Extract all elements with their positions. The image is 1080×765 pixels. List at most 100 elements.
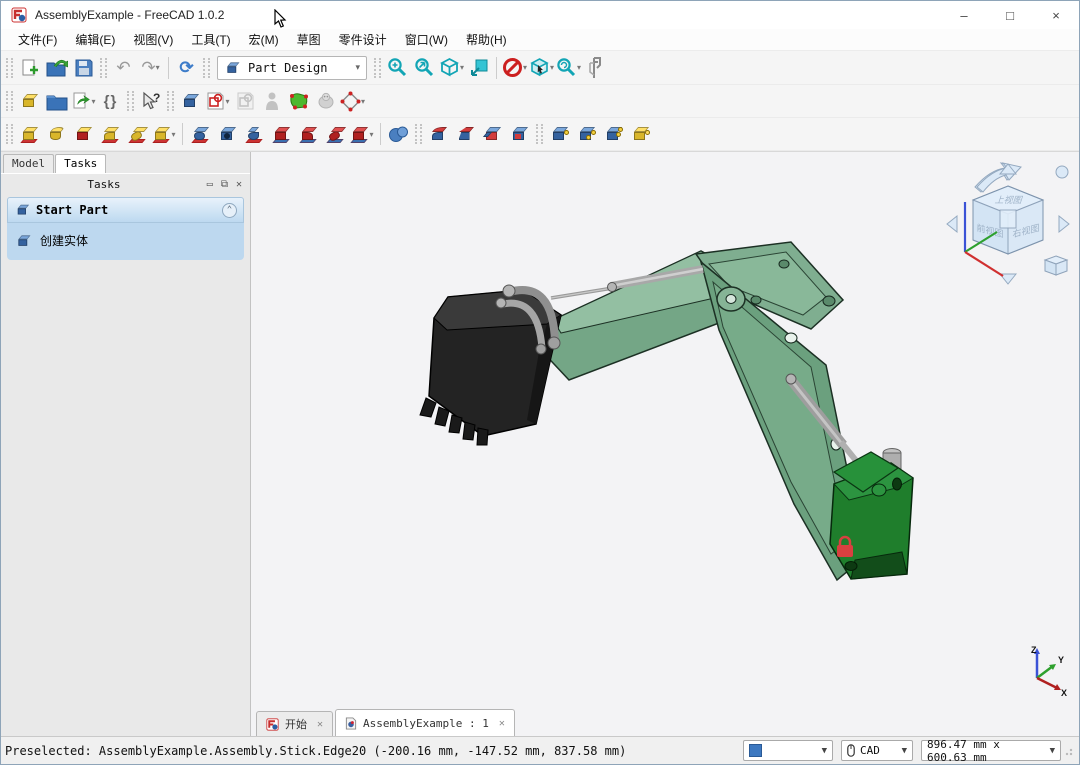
chevron-down-icon: ▾	[361, 97, 365, 106]
menu-macro[interactable]: 宏(M)	[240, 29, 288, 50]
pad-button[interactable]	[16, 121, 43, 148]
status-bar: Preselected: AssemblyExample.Assembly.St…	[1, 736, 1079, 764]
create-solid-item[interactable]: 创建实体	[13, 229, 238, 252]
refresh-button[interactable]: ⟳	[173, 54, 200, 81]
mouse-cursor	[273, 9, 287, 29]
dock-overlay-button[interactable]	[465, 54, 492, 81]
close-button[interactable]: ×	[1033, 1, 1079, 29]
toolbar-handle[interactable]	[6, 58, 13, 78]
menu-view[interactable]: 视图(V)	[124, 29, 182, 50]
expression-button[interactable]: {}	[97, 88, 124, 115]
pocket-button[interactable]	[187, 121, 214, 148]
create-part-button[interactable]	[16, 88, 43, 115]
thickness-button[interactable]	[506, 121, 533, 148]
tab-assembly-example[interactable]: AssemblyExample : 1 ✕	[335, 709, 515, 736]
rotate-right-arrow	[977, 163, 1021, 192]
validate-sketch-button[interactable]: ▾	[339, 88, 366, 115]
additive-pipe-button[interactable]	[97, 121, 124, 148]
navigation-style-dropdown[interactable]: CAD ▼	[841, 740, 913, 761]
maximize-button[interactable]: □	[987, 1, 1033, 29]
close-icon[interactable]: ✕	[317, 719, 323, 730]
tab-start-page[interactable]: 开始 ✕	[256, 711, 333, 736]
linear-pattern-button[interactable]	[573, 121, 600, 148]
menu-sketch[interactable]: 草图	[288, 29, 330, 50]
panel-float-icon[interactable]: ⧉	[221, 179, 228, 190]
make-link-button[interactable]: ▾	[70, 88, 97, 115]
subtractive-loft-button[interactable]	[268, 121, 295, 148]
undo-button[interactable]: ↶	[110, 54, 137, 81]
groove-button[interactable]	[241, 121, 268, 148]
close-icon[interactable]: ✕	[499, 718, 505, 729]
menu-edit[interactable]: 编辑(E)	[66, 29, 124, 50]
fit-all-button[interactable]	[384, 54, 411, 81]
sketch-on-face-button[interactable]	[312, 88, 339, 115]
axis-z-label: Z	[1031, 645, 1037, 655]
toolbar-handle[interactable]	[100, 58, 107, 78]
resize-grip[interactable]	[1065, 746, 1075, 756]
additive-loft-button[interactable]	[70, 121, 97, 148]
measure-button[interactable]	[582, 54, 609, 81]
toolbar-handle[interactable]	[203, 58, 210, 78]
minimize-button[interactable]: –	[941, 1, 987, 29]
fillet-button[interactable]	[425, 121, 452, 148]
menu-part-design[interactable]: 零件设计	[330, 29, 396, 50]
draw-style-button[interactable]: ▾	[501, 54, 528, 81]
redo-button[interactable]: ↷▾	[137, 54, 164, 81]
chamfer-button[interactable]	[452, 121, 479, 148]
create-group-button[interactable]	[43, 88, 70, 115]
collapse-chevron-icon[interactable]: ⌃	[222, 203, 237, 218]
boolean-button[interactable]	[385, 121, 412, 148]
start-part-section-header[interactable]: Start Part ⌃	[7, 197, 244, 223]
toolbar-handle[interactable]	[374, 58, 381, 78]
multi-transform-button[interactable]	[627, 121, 654, 148]
polar-pattern-button[interactable]	[600, 121, 627, 148]
tab-tasks[interactable]: Tasks	[55, 154, 106, 173]
menu-help[interactable]: 帮助(H)	[457, 29, 516, 50]
menu-window[interactable]: 窗口(W)	[396, 29, 457, 50]
axis-y-label: Y	[1058, 655, 1064, 665]
color-swatch-dropdown[interactable]: ▼	[743, 740, 833, 761]
revolution-button[interactable]	[43, 121, 70, 148]
menu-file[interactable]: 文件(F)	[9, 29, 66, 50]
toolbar-handle[interactable]	[415, 124, 422, 144]
section-title: Start Part	[36, 203, 222, 217]
save-button[interactable]	[70, 54, 97, 81]
mirrored-button[interactable]	[546, 121, 573, 148]
toolbar-standard: ↶ ↷▾ ⟳ Part Design ▾ ▾ ▾ ▾	[1, 51, 1079, 85]
fit-selection-button[interactable]	[411, 54, 438, 81]
edit-sketch-button[interactable]	[231, 88, 258, 115]
navigation-cube[interactable]: 上视图 前视图 右视图	[945, 162, 1073, 287]
draft-button[interactable]	[479, 121, 506, 148]
new-file-button[interactable]	[16, 54, 43, 81]
subtractive-primitive-button[interactable]: ▾	[349, 121, 376, 148]
dimensions-dropdown[interactable]: 896.47 mm x 600.63 mm ▼	[921, 740, 1061, 761]
tab-model[interactable]: Model	[3, 154, 54, 173]
subtractive-pipe-button[interactable]	[295, 121, 322, 148]
view-zoom-button[interactable]: ▾	[555, 54, 582, 81]
additive-helix-button[interactable]	[124, 121, 151, 148]
subtractive-helix-button[interactable]	[322, 121, 349, 148]
tab-label: 开始	[285, 716, 307, 732]
toolbar-handle[interactable]	[536, 124, 543, 144]
panel-close-icon[interactable]: ✕	[236, 179, 242, 190]
axonometric-view-button[interactable]: ▾	[438, 54, 465, 81]
toolbar-handle[interactable]	[6, 91, 13, 111]
toolbar-handle[interactable]	[167, 91, 174, 111]
menu-tools[interactable]: 工具(T)	[182, 29, 239, 50]
workbench-selector[interactable]: Part Design ▾	[217, 56, 367, 80]
create-body-button[interactable]	[177, 88, 204, 115]
tab-label: AssemblyExample : 1	[363, 717, 489, 730]
viewport-3d[interactable]: 上视图 前视图 右视图	[251, 152, 1079, 736]
hole-button[interactable]	[214, 121, 241, 148]
create-sketch-button[interactable]: ▾	[204, 88, 231, 115]
attach-sketch-button[interactable]	[285, 88, 312, 115]
panel-minimize-icon[interactable]: ▭	[207, 179, 213, 190]
open-file-button[interactable]	[43, 54, 70, 81]
toolbar-handle[interactable]	[6, 124, 13, 144]
additive-primitive-button[interactable]: ▾	[151, 121, 178, 148]
map-sketch-button[interactable]	[258, 88, 285, 115]
selection-view-button[interactable]: ▾	[528, 54, 555, 81]
chevron-down-icon: ▾	[355, 62, 360, 73]
whats-this-button[interactable]: ?	[137, 88, 164, 115]
toolbar-handle[interactable]	[127, 91, 134, 111]
